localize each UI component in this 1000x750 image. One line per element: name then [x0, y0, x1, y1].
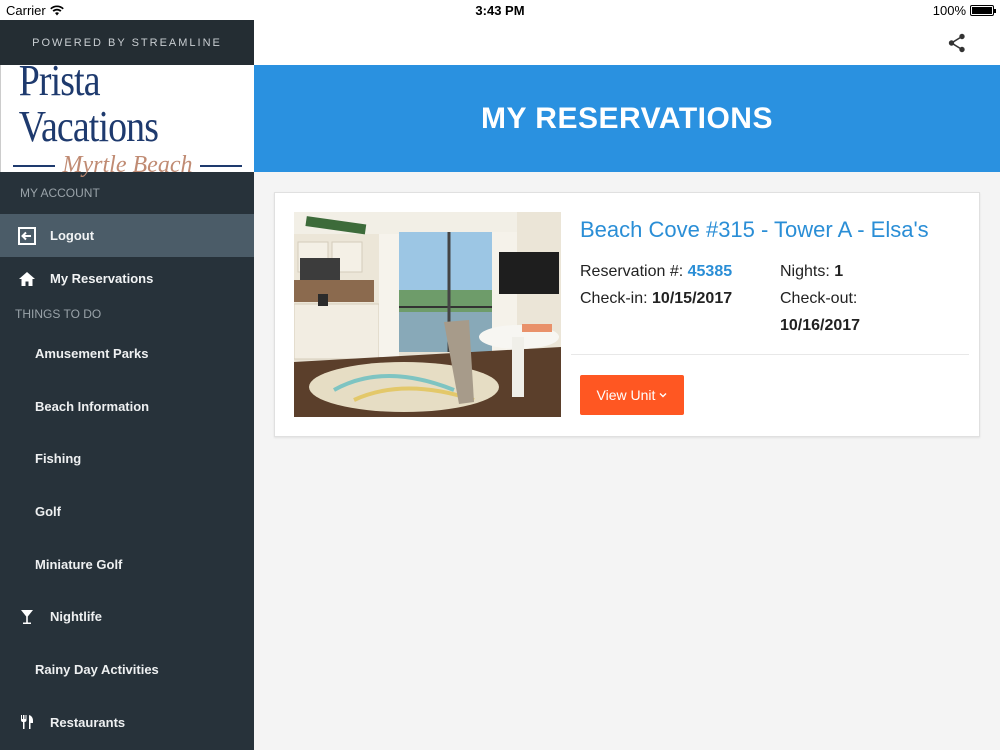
sidebar-item-label: Logout	[50, 228, 95, 243]
sidebar-item-golf[interactable]: Golf	[0, 485, 254, 538]
share-icon	[948, 33, 965, 53]
nights-row: Nights: 1	[780, 258, 860, 285]
sidebar-item-logout[interactable]: Logout	[0, 214, 254, 257]
status-time: 3:43 PM	[475, 3, 525, 18]
battery-icon	[970, 5, 996, 16]
logo-line-left	[12, 164, 55, 167]
top-bar	[254, 20, 1000, 65]
sidebar-item-label: Nightlife	[50, 609, 102, 625]
status-bar: Carrier 3:43 PM 100%	[0, 0, 1000, 20]
reservation-number-row: Reservation #: 45385	[580, 258, 732, 285]
cocktail-icon	[18, 608, 36, 626]
sidebar-item-restaurants[interactable]: Restaurants	[0, 696, 254, 749]
battery-percent: 100%	[932, 3, 966, 18]
reservation-number-label: Reservation #:	[580, 263, 684, 280]
sidebar-item-label: My Reservations	[50, 271, 154, 286]
logo-sub-row: Myrtle Beach	[12, 152, 243, 179]
logout-icon	[18, 226, 36, 245]
reservation-info-right: Nights: 1 Check-out: 10/16/2017	[780, 258, 860, 339]
utensils-icon	[18, 713, 36, 731]
brand-logo[interactable]: Prista Vacations Myrtle Beach	[0, 58, 254, 178]
section-things-to-do: THINGS TO DO	[15, 306, 102, 321]
sidebar-item-beach-information[interactable]: Beach Information	[0, 380, 254, 433]
view-unit-button[interactable]: View Unit	[580, 375, 684, 415]
reservation-card: Beach Cove #315 - Tower A - Elsa's Reser…	[274, 192, 980, 437]
sidebar-item-amusement-parks[interactable]: Amusement Parks	[0, 327, 254, 380]
share-button[interactable]	[946, 32, 968, 54]
unit-name-link[interactable]: Beach Cove #315 - Tower A - Elsa's	[580, 217, 929, 243]
sidebar-item-nightlife[interactable]: Nightlife	[0, 590, 254, 643]
sidebar-item-label: Beach Information	[35, 398, 150, 414]
home-icon	[18, 270, 36, 288]
sidebar: POWERED BY STREAMLINE Prista Vacations M…	[0, 20, 254, 750]
view-unit-label: View Unit	[596, 387, 656, 403]
reservation-info-left: Reservation #: 45385 Check-in: 10/15/201…	[580, 258, 732, 312]
sidebar-item-miniature-golf[interactable]: Miniature Golf	[0, 538, 254, 591]
sidebar-item-fishing[interactable]: Fishing	[0, 432, 254, 485]
sidebar-item-my-reservations[interactable]: My Reservations	[0, 257, 254, 300]
sidebar-item-label: Restaurants	[50, 714, 126, 730]
reservation-number-value[interactable]: 45385	[688, 263, 733, 280]
sidebar-item-label: Amusement Parks	[35, 345, 149, 361]
nights-value: 1	[834, 263, 844, 280]
logo-line-right	[200, 164, 243, 167]
checkout-label: Check-out:	[780, 290, 858, 307]
page-title: MY RESERVATIONS	[254, 65, 1000, 172]
checkin-row: Check-in: 10/15/2017	[580, 285, 732, 312]
unit-photo[interactable]	[294, 212, 561, 417]
sidebar-item-label: Rainy Day Activities	[35, 661, 159, 677]
chevron-down-icon	[659, 393, 667, 398]
sidebar-item-label: Golf	[35, 503, 61, 519]
battery-indicator: 100%	[932, 3, 996, 18]
card-divider	[571, 354, 969, 355]
sidebar-item-label: Miniature Golf	[35, 556, 123, 572]
logo-main-text: Prista Vacations	[18, 56, 159, 151]
sidebar-item-label: Fishing	[35, 451, 82, 467]
sidebar-item-rainy-day-activities[interactable]: Rainy Day Activities	[0, 643, 254, 696]
logo-sub-text: Myrtle Beach	[62, 152, 193, 178]
nights-label: Nights:	[780, 263, 830, 280]
checkin-date: 10/15/2017	[652, 290, 733, 307]
checkout-date: 10/16/2017	[780, 317, 861, 334]
checkin-label: Check-in:	[580, 290, 648, 307]
